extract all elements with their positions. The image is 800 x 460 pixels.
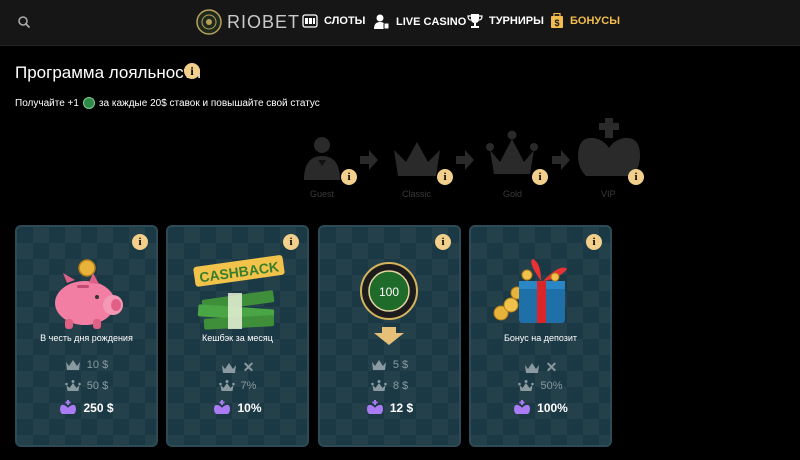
tier-classic-row: ✕	[471, 359, 610, 376]
svg-text:$: $	[554, 18, 559, 28]
nav-slots[interactable]: СЛОТЫ	[302, 13, 365, 29]
gold-crown-icon	[218, 380, 235, 391]
card-info-icon[interactable]: i	[132, 234, 148, 250]
tier-gold-value: 8 $	[392, 380, 409, 392]
vip-info-icon[interactable]: i	[628, 169, 644, 185]
bonus-card-cashback[interactable]: i CASHBACK Кешбэк за месяц ✕ 7% 10%	[166, 225, 309, 447]
king-crown-icon	[60, 400, 77, 414]
page-title: Программа лояльности	[15, 63, 201, 82]
top-bar: RIOBET СЛОТЫ LIVE CASINO ТУРНИРЫ $ БОНУС…	[0, 0, 800, 46]
nav-tournaments-label: ТУРНИРЫ	[489, 15, 544, 27]
tier-vip-row: 12 $	[320, 400, 459, 415]
tier-vip-value: 100%	[537, 400, 568, 415]
dealer-icon	[374, 14, 390, 30]
tier-gold-value: 50 $	[86, 380, 109, 392]
crown-icon	[65, 360, 80, 370]
bonus-card-deposit[interactable]: i Бонус на депозит ✕ 50% 100%	[469, 225, 612, 447]
chip-icon: 100	[360, 262, 418, 320]
gold-crown-icon	[486, 130, 538, 174]
tier-classic-row: 5 $	[320, 359, 459, 371]
crown-icon	[371, 360, 386, 370]
tier-classic-row: ✕	[168, 359, 307, 376]
status-classic-label: Classic	[402, 189, 432, 199]
arrow-right-icon	[456, 150, 474, 170]
card-label: В честь дня рождения	[40, 333, 133, 343]
tier-vip-row: 100%	[471, 400, 610, 415]
arrow-right-icon	[360, 150, 378, 170]
tier-classic-value: 10 $	[86, 359, 109, 371]
search-icon[interactable]	[17, 15, 31, 29]
king-crown-icon	[514, 400, 531, 414]
tier-gold-value: 7%	[240, 380, 257, 392]
card-label: Кешбэк за месяц	[202, 333, 273, 343]
subtitle-suffix: за каждые 20$ ставок и повышайте свой ст…	[98, 97, 320, 109]
arrow-down-icon	[374, 327, 404, 345]
tier-gold-row: 50%	[471, 380, 610, 392]
gold-crown-icon	[64, 380, 81, 391]
arrow-right-icon	[552, 150, 570, 170]
tier-vip-value: 12 $	[389, 400, 414, 415]
logo[interactable]: RIOBET	[196, 9, 300, 35]
tier-gold-value: 50%	[540, 380, 563, 392]
bonus-icon: $	[551, 13, 563, 28]
logo-icon	[196, 9, 222, 35]
nav-tournaments[interactable]: ТУРНИРЫ	[467, 13, 544, 29]
tier-vip-value: 250 $	[83, 400, 114, 415]
nav-slots-label: СЛОТЫ	[324, 15, 366, 27]
nav-live-casino[interactable]: LIVE CASINO	[373, 13, 466, 30]
tier-classic-value: ✕	[242, 359, 255, 375]
king-crown-icon	[214, 400, 231, 414]
nav-bonuses[interactable]: $ БОНУСЫ	[550, 13, 620, 29]
nav-bonuses-label: БОНУСЫ	[570, 15, 620, 27]
card-label: Бонус на депозит	[503, 333, 578, 343]
crown-icon	[524, 362, 539, 373]
subtitle-prefix: Получайте +1	[15, 97, 79, 109]
cashback-icon: CASHBACK	[193, 255, 285, 330]
tier-vip-row: 10%	[168, 400, 307, 415]
card-info-icon[interactable]: i	[435, 234, 451, 250]
tier-classic-row: 10 $	[17, 359, 156, 371]
gift-icon	[493, 259, 567, 323]
slots-icon	[302, 14, 318, 28]
gold-crown-icon	[371, 380, 387, 391]
crown-icon	[394, 142, 440, 176]
bonus-card-chip[interactable]: i 100 5 $ 8 $ 12 $	[318, 225, 461, 447]
status-gold-label: Gold	[503, 189, 523, 199]
piggy-bank-icon	[55, 259, 123, 329]
card-info-icon[interactable]: i	[283, 234, 299, 250]
loyalty-point-icon	[82, 97, 95, 109]
classic-info-icon[interactable]: i	[437, 169, 453, 185]
chip-value: 100	[379, 285, 399, 299]
nav-live-casino-label: LIVE CASINO	[396, 15, 467, 28]
card-info-icon[interactable]: i	[586, 234, 602, 250]
tier-gold-row: 7%	[168, 380, 307, 392]
crown-icon	[221, 362, 236, 373]
tier-vip-row: 250 $	[17, 400, 156, 415]
tier-gold-row: 50 $	[17, 380, 156, 392]
status-vip-label: VIP	[601, 189, 616, 199]
tier-gold-row: 8 $	[320, 380, 459, 392]
status-guest-label: Guest	[310, 189, 335, 199]
tier-vip-value: 10%	[237, 400, 262, 415]
page-subtitle: Получайте +1 за каждые 20$ ставок и повы…	[15, 97, 320, 109]
king-crown-icon	[366, 400, 383, 414]
bonus-card-birthday[interactable]: i В честь дня рождения 10 $ 50 $ 250 $	[15, 225, 158, 447]
tier-classic-value: ✕	[545, 359, 558, 375]
gold-crown-icon	[518, 380, 535, 391]
trophy-icon	[467, 14, 483, 28]
gold-info-icon[interactable]: i	[532, 169, 548, 185]
guest-info-icon[interactable]: i	[341, 169, 357, 185]
info-icon[interactable]: i	[184, 63, 200, 79]
logo-text: RIOBET	[227, 11, 301, 32]
tier-classic-value: 5 $	[392, 359, 409, 371]
